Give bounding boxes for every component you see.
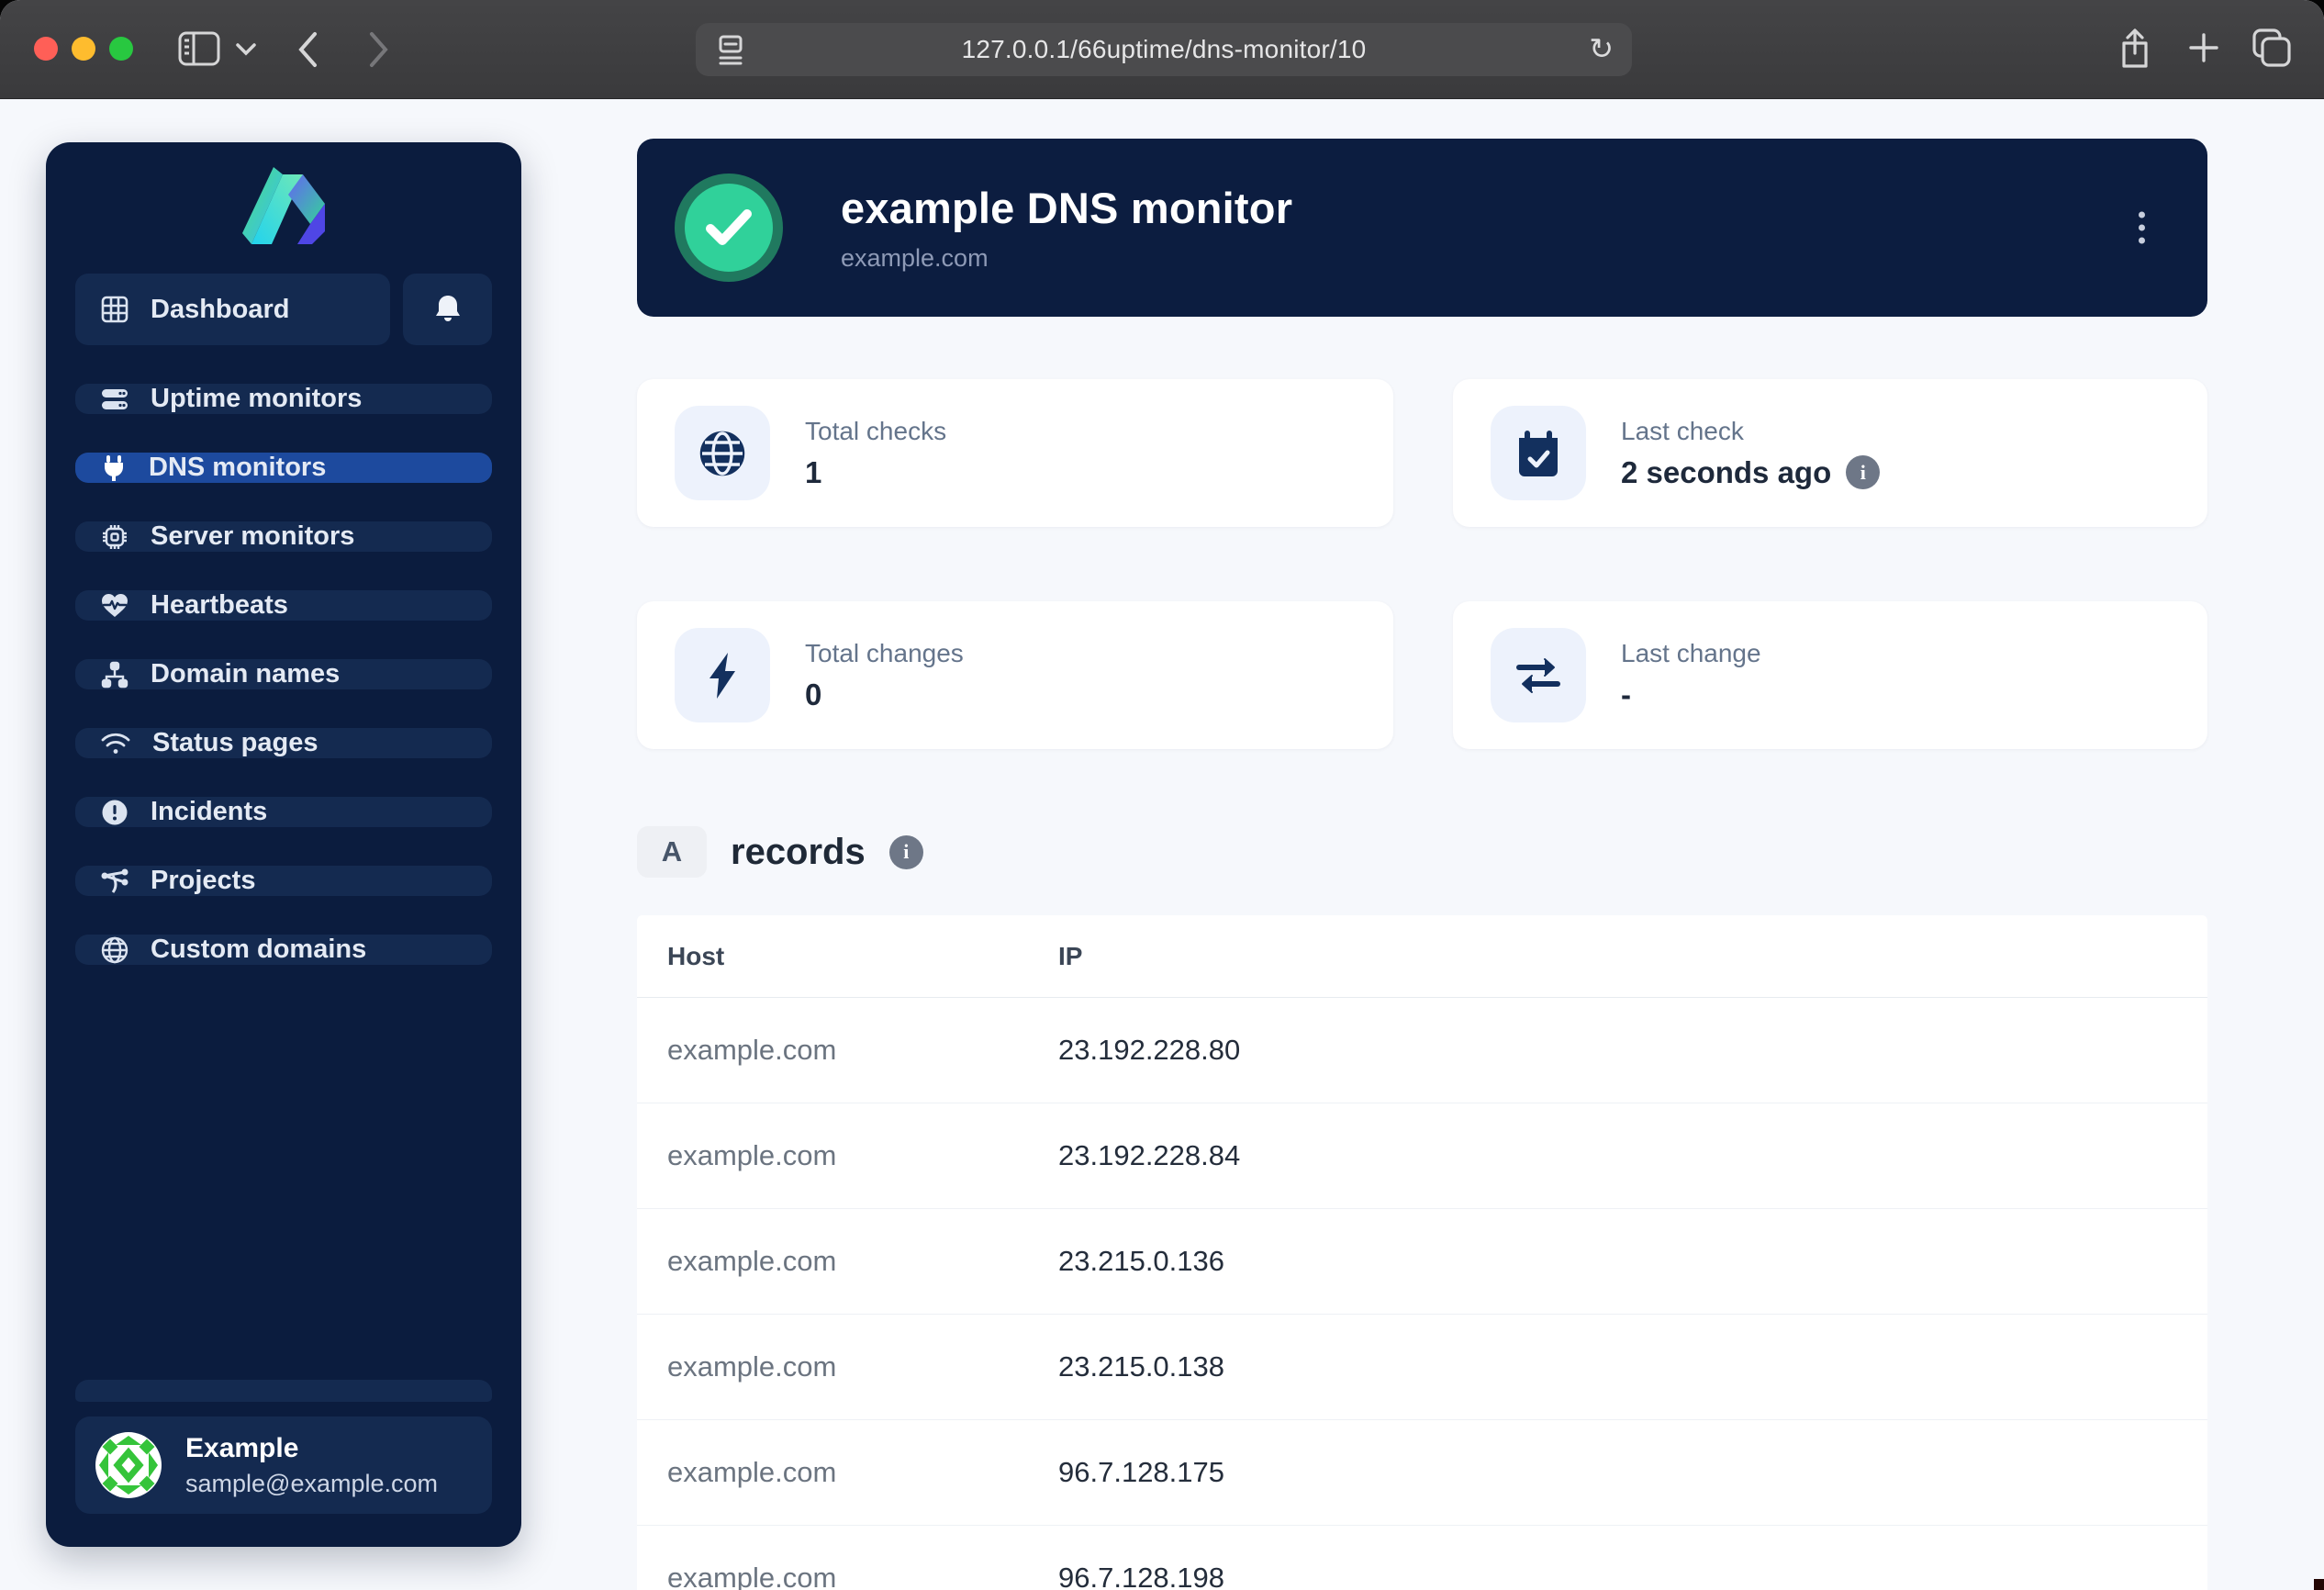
column-header-ip: IP (1058, 942, 1082, 971)
bolt-icon (675, 628, 770, 722)
avatar (95, 1432, 162, 1498)
info-icon[interactable]: i (1846, 455, 1880, 489)
sidebar-item-custom-domains[interactable]: Custom domains (75, 935, 492, 965)
bell-icon (433, 294, 463, 325)
more-actions-button[interactable] (2133, 207, 2151, 250)
sidebar-item-server-monitors[interactable]: Server monitors (75, 521, 492, 552)
sidebar: Dashboard Uptime monitors (46, 142, 521, 1547)
table-row: example.com 96.7.128.198 (637, 1526, 2207, 1590)
sidebar-item-clipped[interactable] (75, 1380, 492, 1402)
sidebar-toggle-icon[interactable] (178, 30, 220, 67)
sidebar-item-label: Heartbeats (151, 590, 288, 621)
page-reader-icon[interactable] (716, 35, 745, 71)
sidebar-item-label: Dashboard (151, 295, 289, 325)
user-account-card[interactable]: Example sample@example.com (75, 1416, 492, 1514)
zoom-window-button[interactable] (109, 37, 133, 61)
sidebar-item-status-pages[interactable]: Status pages (75, 728, 492, 758)
browser-window: 127.0.0.1/66uptime/dns-monitor/10 ↻ (0, 0, 2324, 1590)
stat-value: - (1621, 677, 1761, 712)
share-nodes-icon (101, 868, 128, 894)
url-bar[interactable]: 127.0.0.1/66uptime/dns-monitor/10 ↻ (696, 23, 1632, 76)
tab-overview-icon[interactable] (2251, 27, 2293, 69)
close-window-button[interactable] (34, 37, 58, 61)
globe-icon (675, 406, 770, 500)
sidebar-item-projects[interactable]: Projects (75, 866, 492, 896)
sidebar-nav: Dashboard Uptime monitors (75, 274, 492, 965)
table-row: example.com 23.192.228.84 (637, 1103, 2207, 1209)
monitor-title: example DNS monitor (841, 183, 1292, 233)
record-type-badge: A (637, 826, 707, 878)
minimize-window-button[interactable] (72, 37, 95, 61)
table-row: example.com 23.215.0.136 (637, 1209, 2207, 1315)
plug-icon (101, 454, 127, 482)
stat-label: Last change (1621, 639, 1761, 668)
table-row: example.com 23.192.228.80 (637, 998, 2207, 1103)
globe-icon (101, 936, 128, 964)
records-section-header: A records i (637, 826, 923, 878)
status-up-icon (675, 174, 783, 282)
browser-chrome: 127.0.0.1/66uptime/dns-monitor/10 ↻ (0, 0, 2324, 99)
stat-label: Total changes (805, 639, 964, 668)
stat-card-total-checks: Total checks 1 (637, 379, 1393, 527)
sidebar-item-dns-monitors[interactable]: DNS monitors (75, 453, 492, 483)
sidebar-item-label: Projects (151, 866, 255, 896)
stat-card-last-check: Last check 2 seconds ago i (1453, 379, 2207, 527)
alert-circle-icon (101, 799, 128, 826)
table-header: Host IP (637, 915, 2207, 998)
grid-icon (101, 296, 128, 323)
sidebar-item-label: Custom domains (151, 935, 366, 965)
stat-card-last-change: Last change - (1453, 601, 2207, 749)
stat-value: 0 (805, 677, 964, 712)
heart-pulse-icon (101, 593, 128, 619)
cpu-icon (101, 523, 128, 551)
wifi-icon (101, 732, 130, 756)
stat-value: 2 seconds ago i (1621, 455, 1880, 490)
sidebar-item-label: Incidents (151, 797, 267, 827)
records-title: records (731, 832, 866, 873)
sidebar-item-label: DNS monitors (149, 453, 326, 483)
stat-card-total-changes: Total changes 0 (637, 601, 1393, 749)
table-row: example.com 96.7.128.175 (637, 1420, 2207, 1526)
url-text: 127.0.0.1/66uptime/dns-monitor/10 (962, 35, 1367, 64)
server-stack-icon (101, 386, 128, 413)
sidebar-item-label: Status pages (152, 728, 318, 758)
back-icon[interactable] (296, 30, 321, 69)
monitor-header-card: example DNS monitor example.com (637, 139, 2207, 317)
notifications-button[interactable] (403, 274, 492, 345)
exchange-arrows-icon (1491, 628, 1586, 722)
user-name: Example (185, 1433, 438, 1464)
share-icon[interactable] (2117, 28, 2153, 70)
screen-edge-artifact (2314, 1579, 2324, 1590)
calendar-check-icon (1491, 406, 1586, 500)
sidebar-item-dashboard[interactable]: Dashboard (75, 274, 390, 345)
monitor-domain: example.com (841, 244, 1292, 273)
stat-value: 1 (805, 455, 946, 490)
records-table: Host IP example.com 23.192.228.80 exampl… (637, 915, 2207, 1590)
page-content: Dashboard Uptime monitors (0, 99, 2324, 1590)
table-row: example.com 23.215.0.138 (637, 1315, 2207, 1420)
info-icon[interactable]: i (889, 835, 923, 869)
forward-icon[interactable] (365, 30, 391, 69)
sidebar-item-domain-names[interactable]: Domain names (75, 659, 492, 689)
stat-label: Last check (1621, 417, 1880, 446)
stat-label: Total checks (805, 417, 946, 446)
user-email: sample@example.com (185, 1470, 438, 1498)
sidebar-item-uptime-monitors[interactable]: Uptime monitors (75, 384, 492, 414)
sidebar-item-label: Server monitors (151, 521, 354, 552)
sidebar-item-incidents[interactable]: Incidents (75, 797, 492, 827)
chevron-down-icon[interactable] (235, 42, 257, 57)
reload-icon[interactable]: ↻ (1589, 31, 1614, 66)
sidebar-item-heartbeats[interactable]: Heartbeats (75, 590, 492, 621)
column-header-host: Host (667, 942, 724, 971)
sidebar-item-label: Uptime monitors (151, 384, 362, 414)
sitemap-icon (101, 661, 128, 689)
sidebar-item-label: Domain names (151, 659, 340, 689)
app-logo-icon (240, 167, 327, 244)
new-tab-icon[interactable] (2185, 28, 2222, 68)
